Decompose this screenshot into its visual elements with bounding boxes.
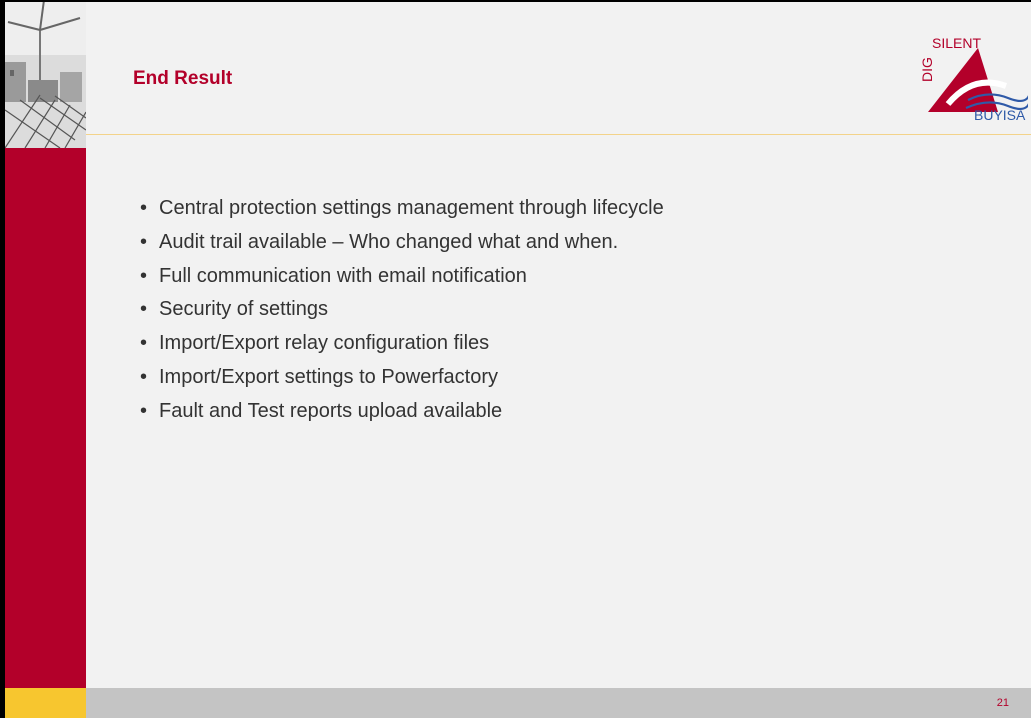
bullet-list: • Central protection settings management …: [116, 196, 986, 433]
bullet-icon: •: [140, 399, 148, 422]
bullet-icon: •: [140, 264, 148, 287]
bullet-item: • Fault and Test reports upload available: [116, 399, 986, 423]
bullet-icon: •: [140, 197, 148, 219]
bullet-text: Import/Export relay configuration files: [159, 332, 490, 355]
bullet-item: • Import/Export relay configuration files: [116, 331, 986, 355]
bullet-item: • Central protection settings management …: [116, 196, 986, 220]
bullet-icon: •: [140, 298, 148, 321]
bullet-item: • Security of settings: [116, 297, 986, 321]
bullet-text: Import/Export settings to Powerfactory: [159, 365, 499, 388]
header-photo-image: [0, 0, 87, 149]
page-number: 21: [996, 697, 1009, 709]
bullet-icon: •: [140, 332, 148, 355]
logo-bottom-word: BUYISA: [974, 107, 1026, 120]
wind-turbine-pylon-image: [0, 0, 87, 149]
bullet-icon: •: [140, 365, 148, 388]
bullet-text: Full communication with email notificati…: [159, 264, 527, 287]
slide-title: End Result: [133, 68, 233, 89]
slide-left-border: [0, 0, 5, 718]
bullet-item: • Full communication with email notificat…: [116, 264, 986, 288]
slide-top-border: [0, 0, 1031, 2]
bullet-text: Security of settings: [159, 298, 328, 321]
left-footer-accent: [0, 688, 86, 718]
bullet-text: Audit trail available – Who changed what…: [159, 230, 619, 253]
bullet-icon: •: [140, 230, 148, 253]
logo-top-word: SILENT: [932, 35, 981, 51]
title-divider: [86, 134, 1031, 135]
bullet-text: Central protection settings management t…: [159, 197, 664, 219]
bullet-item: • Audit trail available – Who changed wha…: [116, 230, 986, 254]
logo-vertical-word: DIG: [919, 57, 935, 82]
bullet-text: Fault and Test reports upload available: [159, 399, 503, 422]
slide: End Result SILENT DIG BUYISA • Central pr…: [0, 0, 1031, 718]
footer-bar: 21: [86, 688, 1031, 718]
bullet-item: • Import/Export settings to Powerfactory: [116, 365, 986, 389]
left-accent-strip: [0, 148, 86, 688]
silent-dig-buyisa-logo: SILENT DIG BUYISA: [918, 34, 1031, 123]
